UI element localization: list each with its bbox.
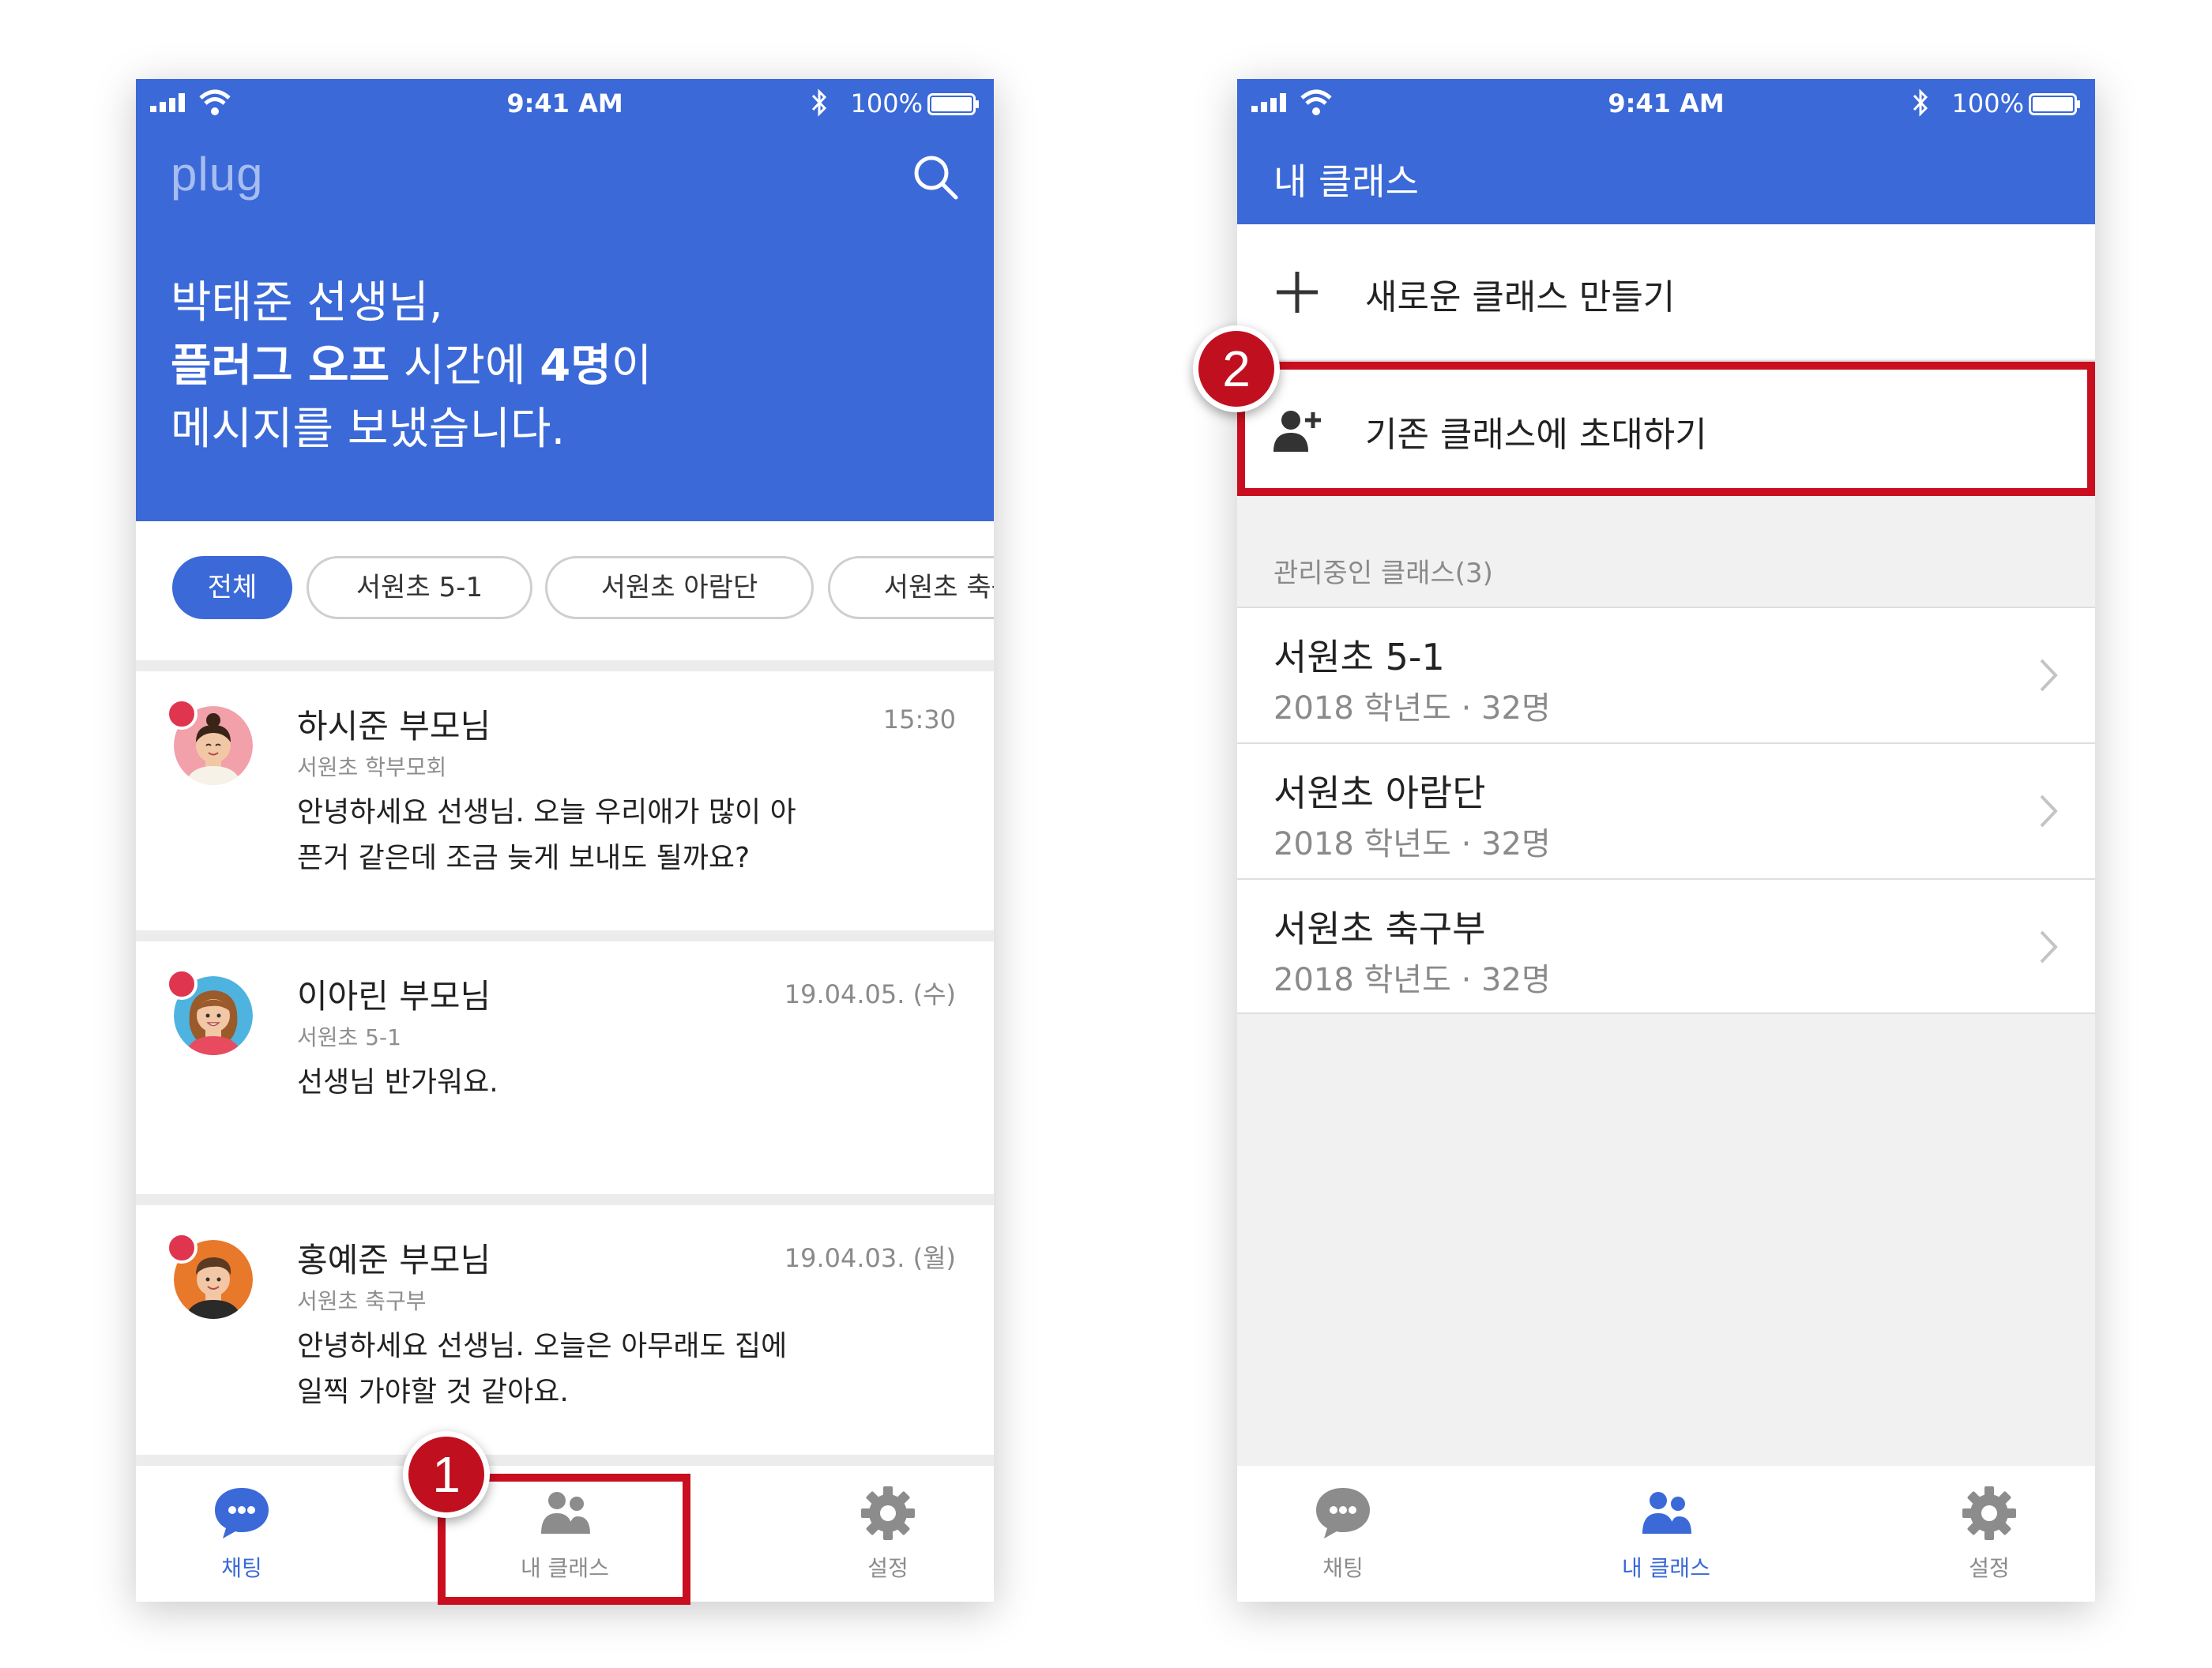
sender-name: 이아린 부모님 bbox=[297, 977, 491, 1016]
preview-line2: 일찍 가야할 것 같아요. bbox=[297, 1376, 569, 1408]
class-meta: 2018 학년도 · 32명 bbox=[1273, 690, 1551, 727]
filter-chips: 전체 서원초 5-1 서원초 아람단 서원초 축구부 bbox=[136, 521, 994, 660]
plus-icon bbox=[1277, 272, 1318, 313]
sender-name: 홍예준 부모님 bbox=[297, 1241, 491, 1279]
tab-settings[interactable]: 설정 bbox=[1894, 1482, 2084, 1583]
bluetooth-icon bbox=[1913, 88, 1928, 117]
my-classes-screen: 9:41 AM 100% 내 클래스 새로운 클래스 만들기 기존 클래스에 초… bbox=[1237, 79, 2095, 1602]
class-name: 서원초 5-1 bbox=[1273, 636, 1445, 678]
search-icon[interactable] bbox=[912, 153, 959, 201]
chip-class-5-1[interactable]: 서원초 5-1 bbox=[307, 556, 532, 619]
chat-bubble-icon bbox=[215, 1488, 269, 1538]
status-bar: 9:41 AM 100% bbox=[1237, 79, 2095, 128]
greeting-mid: 시간에 bbox=[389, 340, 540, 392]
chat-screen: 9:41 AM 100% plug 박태준 선생님, 플러그 오프 시간에 4명… bbox=[136, 79, 994, 1602]
header-bar: 9:41 AM 100% 내 클래스 bbox=[1237, 79, 2095, 224]
sender-group: 서원초 학부모회 bbox=[297, 754, 447, 780]
step-badge-2: 2 bbox=[1193, 325, 1280, 412]
class-name: 서원초 아람단 bbox=[1273, 772, 1486, 814]
unread-dot bbox=[166, 968, 198, 1000]
message-time: 15:30 bbox=[882, 704, 956, 734]
preview-line1: 안녕하세요 선생님. 오늘 우리애가 많이 아 bbox=[297, 796, 796, 828]
highlight-box-invite bbox=[1237, 362, 2095, 496]
chevron-right-icon bbox=[2040, 795, 2058, 828]
message-preview: 안녕하세요 선생님. 오늘 우리애가 많이 아 픈거 같은데 조금 늦게 보내도… bbox=[297, 790, 866, 881]
message-preview: 선생님 반가워요. bbox=[297, 1060, 866, 1106]
sender-group: 서원초 5-1 bbox=[297, 1024, 401, 1050]
section-header: 관리중인 클래스(3) bbox=[1273, 558, 1493, 589]
message-preview: 안녕하세요 선생님. 오늘은 아무래도 집에 일찍 가야할 것 같아요. bbox=[297, 1324, 866, 1415]
tab-bar: 채팅 내 클래스 설정 bbox=[1237, 1466, 2095, 1602]
chip-class-soccer[interactable]: 서원초 축구부 bbox=[828, 556, 994, 619]
battery-icon bbox=[927, 93, 979, 115]
preview-line1: 선생님 반가워요. bbox=[297, 1066, 498, 1099]
greeting-bold1: 플러그 오프 bbox=[171, 340, 390, 392]
class-meta: 2018 학년도 · 32명 bbox=[1273, 962, 1551, 998]
message-item[interactable]: 홍예준 부모님 19.04.03. (월) 서원초 축구부 안녕하세요 선생님.… bbox=[136, 1194, 994, 1466]
chip-class-aramdan[interactable]: 서원초 아람단 bbox=[545, 556, 814, 619]
message-time: 19.04.03. (월) bbox=[784, 1243, 956, 1273]
sender-name: 하시준 부모님 bbox=[297, 707, 491, 746]
chat-bubble-icon bbox=[1316, 1488, 1370, 1538]
class-row[interactable]: 서원초 5-1 2018 학년도 · 32명 bbox=[1237, 607, 2095, 742]
greeting-line3: 메시지를 보냈습니다. bbox=[171, 404, 566, 455]
tab-chat-label: 채팅 bbox=[221, 1555, 262, 1581]
message-item[interactable]: 하시준 부모님 15:30 서원초 학부모회 안녕하세요 선생님. 오늘 우리애… bbox=[136, 660, 994, 930]
tab-chat[interactable]: 채팅 bbox=[147, 1482, 337, 1583]
header-banner: 9:41 AM 100% plug 박태준 선생님, 플러그 오프 시간에 4명… bbox=[136, 79, 994, 521]
step-badge-1: 1 bbox=[403, 1431, 490, 1518]
sender-group: 서원초 축구부 bbox=[297, 1288, 427, 1314]
greeting-line2: 플러그 오프 시간에 4명이 bbox=[171, 335, 652, 398]
tab-settings-label: 설정 bbox=[1969, 1555, 2010, 1581]
gear-icon bbox=[861, 1486, 915, 1540]
page-title: 내 클래스 bbox=[1273, 160, 1419, 203]
preview-line2: 픈거 같은데 조금 늦게 보내도 될까요? bbox=[297, 842, 750, 874]
tab-my-classes-label: 내 클래스 bbox=[1622, 1555, 1710, 1581]
status-bar: 9:41 AM 100% bbox=[136, 79, 994, 128]
bluetooth-icon bbox=[811, 88, 827, 117]
chevron-right-icon bbox=[2040, 930, 2058, 964]
message-time: 19.04.05. (수) bbox=[784, 979, 956, 1009]
unread-dot bbox=[166, 1232, 198, 1264]
battery-percent: 100% bbox=[1951, 88, 2024, 118]
chip-all[interactable]: 전체 bbox=[172, 556, 292, 619]
new-class-button[interactable]: 새로운 클래스 만들기 bbox=[1237, 224, 2095, 359]
tab-chat[interactable]: 채팅 bbox=[1248, 1482, 1438, 1583]
app-logo: plug bbox=[171, 148, 264, 201]
tab-chat-label: 채팅 bbox=[1322, 1555, 1364, 1581]
battery-percent: 100% bbox=[850, 88, 923, 118]
greeting-text: 박태준 선생님, 플러그 오프 시간에 4명이 메시지를 보냈습니다. bbox=[171, 272, 652, 461]
chevron-right-icon bbox=[2040, 659, 2058, 692]
greeting-bold2: 4명 bbox=[540, 340, 611, 392]
tab-settings-label: 설정 bbox=[867, 1555, 908, 1581]
tab-my-classes[interactable]: 내 클래스 bbox=[1571, 1482, 1761, 1583]
tab-settings[interactable]: 설정 bbox=[793, 1482, 983, 1583]
preview-line1: 안녕하세요 선생님. 오늘은 아무래도 집에 bbox=[297, 1330, 788, 1362]
gear-icon bbox=[1962, 1486, 2016, 1540]
class-row[interactable]: 서원초 축구부 2018 학년도 · 32명 bbox=[1237, 878, 2095, 1014]
new-class-label: 새로운 클래스 만들기 bbox=[1365, 277, 1676, 317]
greeting-line1: 박태준 선생님, bbox=[171, 277, 443, 329]
class-row[interactable]: 서원초 아람단 2018 학년도 · 32명 bbox=[1237, 742, 2095, 878]
class-name: 서원초 축구부 bbox=[1273, 907, 1486, 950]
greeting-end: 이 bbox=[611, 340, 653, 392]
people-icon bbox=[1642, 1492, 1691, 1534]
battery-icon bbox=[2029, 93, 2080, 115]
message-item[interactable]: 이아린 부모님 19.04.05. (수) 서원초 5-1 선생님 반가워요. bbox=[136, 930, 994, 1194]
class-meta: 2018 학년도 · 32명 bbox=[1273, 826, 1551, 862]
unread-dot bbox=[166, 698, 198, 730]
